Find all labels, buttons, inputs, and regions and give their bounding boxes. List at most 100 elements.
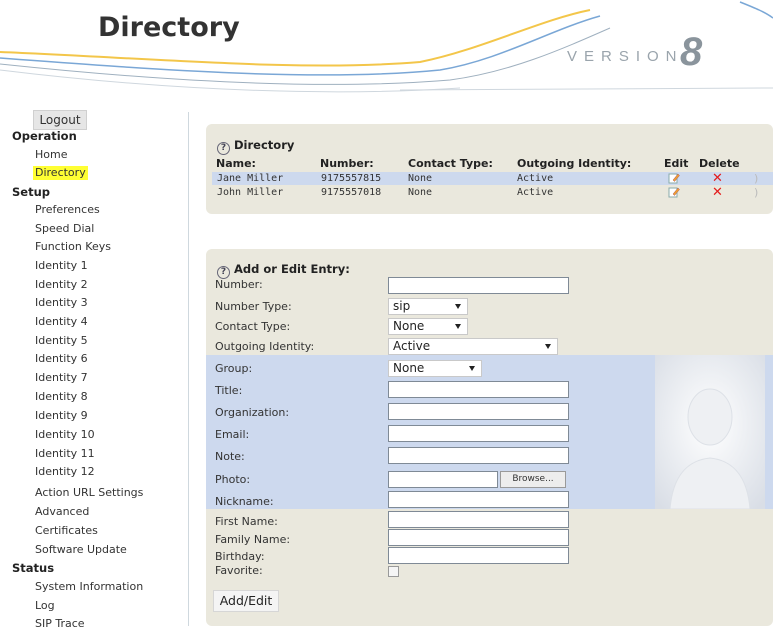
- outgoing-identity-value: Active: [393, 339, 431, 353]
- nav-item-advanced[interactable]: Advanced: [35, 505, 89, 519]
- label-contact-type: Contact Type:: [215, 320, 291, 333]
- email-field[interactable]: [388, 425, 569, 442]
- sidebar-divider: [188, 112, 189, 626]
- directory-title-text: Directory: [234, 138, 295, 152]
- note-field[interactable]: [388, 447, 569, 464]
- edit-icon[interactable]: [668, 172, 680, 184]
- label-first-name: First Name:: [215, 515, 278, 528]
- nav-item-identity-5[interactable]: Identity 5: [35, 334, 88, 348]
- label-birthday: Birthday:: [215, 550, 265, 563]
- nav-item-log[interactable]: Log: [35, 599, 55, 613]
- nav-item-identity-11[interactable]: Identity 11: [35, 447, 95, 461]
- row-name: John Miller: [217, 187, 284, 198]
- label-organization: Organization:: [215, 406, 290, 419]
- row-contact-type: None: [408, 187, 433, 198]
- nav-item-identity-7[interactable]: Identity 7: [35, 371, 88, 385]
- column-header-number: Number:: [320, 157, 374, 170]
- group-select[interactable]: None: [388, 360, 482, 377]
- contact-photo-placeholder: [655, 355, 765, 509]
- row-number: 9175557018: [321, 187, 382, 198]
- nav-item-directory[interactable]: Directory: [33, 166, 88, 180]
- nav-item-action-url-settings[interactable]: Action URL Settings: [35, 486, 143, 500]
- photo-file-field[interactable]: [388, 471, 498, 488]
- label-number-type: Number Type:: [215, 300, 292, 313]
- column-header-name: Name:: [216, 157, 256, 170]
- delete-icon[interactable]: ✕: [712, 172, 723, 185]
- outgoing-identity-select[interactable]: Active: [388, 338, 558, 355]
- label-note: Note:: [215, 450, 245, 463]
- birthday-field[interactable]: [388, 547, 569, 564]
- version-number: 8: [680, 30, 703, 74]
- label-outgoing-identity: Outgoing Identity:: [215, 340, 315, 353]
- first-name-field[interactable]: [388, 511, 569, 528]
- column-header-delete: Delete: [699, 157, 740, 170]
- logout-button[interactable]: Logout: [33, 110, 87, 130]
- label-email: Email:: [215, 428, 250, 441]
- nav-item-identity-2[interactable]: Identity 2: [35, 278, 88, 292]
- browse-button[interactable]: Browse...: [500, 471, 566, 488]
- version-label: VERSION: [567, 48, 684, 65]
- nav-item-identity-10[interactable]: Identity 10: [35, 428, 95, 442]
- contact-type-value: None: [393, 319, 425, 333]
- number-type-select[interactable]: sip: [388, 298, 468, 315]
- row-number: 9175557815: [321, 173, 382, 184]
- contact-type-select[interactable]: None: [388, 318, 468, 335]
- label-nickname: Nickname:: [215, 495, 274, 508]
- column-header-edit: Edit: [664, 157, 689, 170]
- chevron-down-icon: [545, 344, 551, 349]
- organization-field[interactable]: [388, 403, 569, 420]
- edit-icon[interactable]: [668, 186, 680, 198]
- nav-item-preferences[interactable]: Preferences: [35, 203, 100, 217]
- row-outgoing-identity: Active: [517, 187, 554, 198]
- nav-item-identity-12[interactable]: Identity 12: [35, 465, 95, 479]
- nav-item-system-information[interactable]: System Information: [35, 580, 143, 594]
- row-outgoing-identity: Active: [517, 173, 554, 184]
- nickname-field[interactable]: [388, 491, 569, 508]
- nav-item-certificates[interactable]: Certificates: [35, 524, 98, 538]
- delete-icon[interactable]: ✕: [712, 186, 723, 199]
- family-name-field[interactable]: [388, 529, 569, 546]
- nav-item-identity-4[interactable]: Identity 4: [35, 315, 88, 329]
- help-icon[interactable]: ?: [217, 142, 230, 155]
- nav-item-identity-6[interactable]: Identity 6: [35, 352, 88, 366]
- row-contact-type: None: [408, 173, 433, 184]
- avatar-silhouette-icon: [655, 355, 765, 509]
- column-header-contact-type: Contact Type:: [408, 157, 493, 170]
- nav-item-identity-9[interactable]: Identity 9: [35, 409, 88, 423]
- table-row[interactable]: John Miller 9175557018 None Active ✕ ): [212, 186, 773, 199]
- label-family-name: Family Name:: [215, 533, 291, 546]
- nav-item-speed-dial[interactable]: Speed Dial: [35, 222, 94, 236]
- label-title: Title:: [215, 384, 243, 397]
- title-field[interactable]: [388, 381, 569, 398]
- row-name: Jane Miller: [217, 173, 284, 184]
- section-setup: Setup: [12, 185, 50, 199]
- chevron-down-icon: [469, 366, 475, 371]
- page-header: Directory VERSION 8: [0, 0, 773, 100]
- label-photo: Photo:: [215, 473, 251, 486]
- nav-item-function-keys[interactable]: Function Keys: [35, 240, 111, 254]
- nav-item-identity-3[interactable]: Identity 3: [35, 296, 88, 310]
- directory-panel-title: ? Directory: [217, 138, 294, 155]
- group-value: None: [393, 361, 425, 375]
- section-status: Status: [12, 561, 55, 575]
- chevron-down-icon: [455, 304, 461, 309]
- number-field[interactable]: [388, 277, 569, 294]
- nav-item-identity-1[interactable]: Identity 1: [35, 259, 88, 273]
- section-operation: Operation: [12, 129, 77, 143]
- add-edit-button[interactable]: Add/Edit: [213, 590, 279, 612]
- column-header-outgoing-identity: Outgoing Identity:: [517, 157, 632, 170]
- label-group: Group:: [215, 362, 253, 375]
- nav-item-identity-8[interactable]: Identity 8: [35, 390, 88, 404]
- nav-item-sip-trace[interactable]: SIP Trace: [35, 617, 85, 631]
- favorite-checkbox[interactable]: [388, 566, 399, 577]
- label-number: Number:: [215, 278, 263, 291]
- page-title: Directory: [98, 12, 240, 43]
- form-title-text: Add or Edit Entry:: [234, 262, 350, 276]
- nav-item-software-update[interactable]: Software Update: [35, 543, 127, 557]
- table-row[interactable]: Jane Miller 9175557815 None Active ✕ ): [212, 172, 773, 185]
- nav-item-home[interactable]: Home: [35, 148, 67, 162]
- form-title: ? Add or Edit Entry:: [217, 262, 350, 279]
- chevron-right-icon: ): [754, 186, 759, 199]
- number-type-value: sip: [393, 299, 411, 313]
- chevron-right-icon: ): [754, 172, 759, 185]
